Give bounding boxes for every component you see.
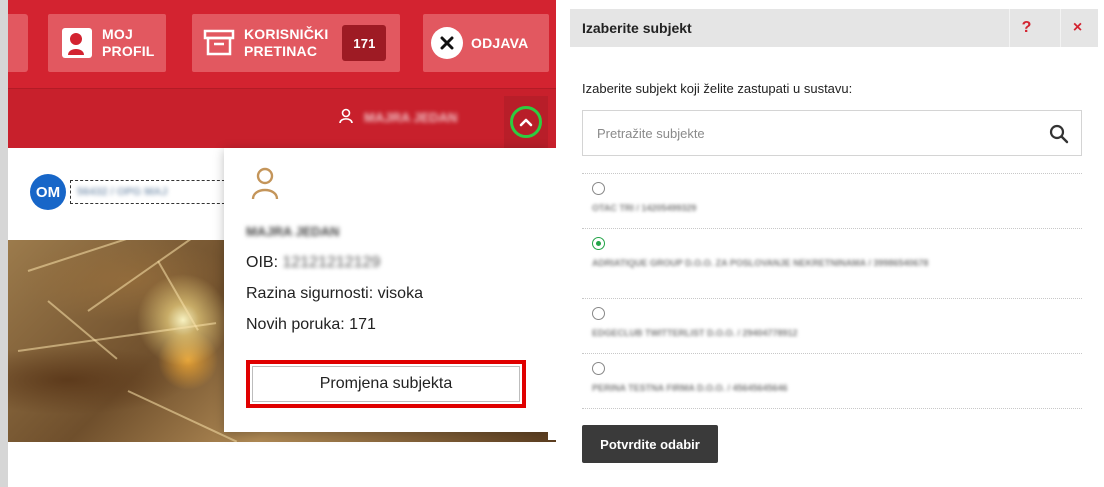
subject-search-input[interactable] bbox=[597, 125, 1027, 141]
org-selector[interactable]: 56432 / OPG MAJ bbox=[70, 180, 230, 204]
subject-radio[interactable] bbox=[592, 362, 605, 375]
inbox-count-badge: 171 bbox=[342, 25, 387, 61]
subject-search-box[interactable] bbox=[582, 110, 1082, 156]
inbox-label-line1: KORISNIČKI bbox=[244, 26, 329, 42]
close-icon[interactable]: × bbox=[1060, 9, 1094, 47]
logout-button[interactable]: ODJAVA bbox=[423, 14, 549, 72]
user-name: MAJRA JEDAN bbox=[364, 110, 458, 125]
subject-list-item[interactable]: EDGECLUB TWITTERLIST D.O.O. / 2940477891… bbox=[582, 299, 1082, 354]
help-icon[interactable]: ? bbox=[1009, 9, 1043, 47]
select-subject-modal: Izaberite subjekt ? × Izaberite subjekt … bbox=[570, 9, 1098, 487]
profile-icon bbox=[60, 26, 94, 60]
user-menu-trigger[interactable]: MAJRA JEDAN bbox=[338, 108, 457, 127]
truncated-nav-button[interactable] bbox=[8, 14, 28, 72]
user-bar bbox=[8, 88, 556, 148]
close-x-icon bbox=[431, 27, 463, 59]
user-icon bbox=[250, 166, 280, 205]
subject-radio[interactable] bbox=[592, 182, 605, 195]
card-oib-label: OIB: bbox=[246, 254, 279, 271]
user-inbox-button[interactable]: KORISNIČKI PRETINAC 171 bbox=[192, 14, 400, 72]
modal-prompt: Izaberite subjekt koji želite zastupati … bbox=[582, 81, 853, 96]
subject-label: OTAC TRI / 14205499329 bbox=[592, 203, 697, 213]
chevron-up-icon bbox=[510, 106, 542, 138]
subject-label: EDGECLUB TWITTERLIST D.O.O. / 2940477891… bbox=[592, 328, 798, 338]
org-selector-value: 56432 / OPG MAJ bbox=[77, 186, 168, 198]
confirm-selection-button[interactable]: Potvrdite odabir bbox=[582, 425, 718, 463]
card-new-messages: Novih poruka: 171 bbox=[246, 316, 376, 333]
user-icon bbox=[338, 108, 354, 127]
profile-label-line1: MOJ bbox=[102, 26, 133, 42]
portal-panel: MOJ PROFIL KORISNIČKI PRETINAC 171 ODJAV… bbox=[0, 0, 556, 487]
my-profile-button[interactable]: MOJ PROFIL bbox=[48, 14, 166, 72]
inbox-label-line2: PRETINAC bbox=[244, 43, 318, 59]
modal-header: Izaberite subjekt ? × bbox=[570, 9, 1098, 47]
subject-radio-selected[interactable] bbox=[592, 237, 605, 250]
subject-label: ADRIATIQUE GROUP D.O.O. ZA POSLOVANJE NE… bbox=[592, 258, 929, 268]
modal-title: Izaberite subjekt bbox=[582, 20, 692, 36]
change-subject-button[interactable]: Promjena subjekta bbox=[252, 366, 520, 402]
search-icon[interactable] bbox=[1049, 124, 1069, 149]
user-menu-toggle-button[interactable] bbox=[504, 96, 548, 148]
subject-list-item[interactable]: OTAC TRI / 14205499329 bbox=[582, 174, 1082, 229]
inbox-icon bbox=[202, 26, 236, 60]
subject-label: PERINA TESTNA FIRMA D.O.O. / 45645645646 bbox=[592, 383, 788, 393]
subject-list-item[interactable]: PERINA TESTNA FIRMA D.O.O. / 45645645646 bbox=[582, 354, 1082, 409]
subject-radio[interactable] bbox=[592, 307, 605, 320]
left-edge-strip bbox=[0, 0, 8, 487]
logout-label: ODJAVA bbox=[471, 35, 529, 51]
subject-list-item[interactable]: ADRIATIQUE GROUP D.O.O. ZA POSLOVANJE NE… bbox=[582, 229, 1082, 299]
card-right-gap bbox=[548, 148, 556, 440]
user-dropdown-card: MAJRA JEDAN OIB: 12121212129 Razina sigu… bbox=[224, 148, 548, 432]
page-bottom bbox=[8, 442, 556, 487]
card-oib-line: OIB: 12121212129 bbox=[246, 254, 380, 272]
card-security-level: Razina sigurnosti: visoka bbox=[246, 285, 423, 302]
screenshot-stage: MOJ PROFIL KORISNIČKI PRETINAC 171 ODJAV… bbox=[0, 0, 1104, 487]
org-avatar-badge: OM bbox=[30, 174, 66, 210]
card-oib-value: 12121212129 bbox=[282, 254, 381, 271]
card-user-name: MAJRA JEDAN bbox=[246, 224, 340, 239]
profile-label-line2: PROFIL bbox=[102, 43, 155, 59]
subject-list: OTAC TRI / 14205499329 ADRIATIQUE GROUP … bbox=[582, 173, 1082, 409]
